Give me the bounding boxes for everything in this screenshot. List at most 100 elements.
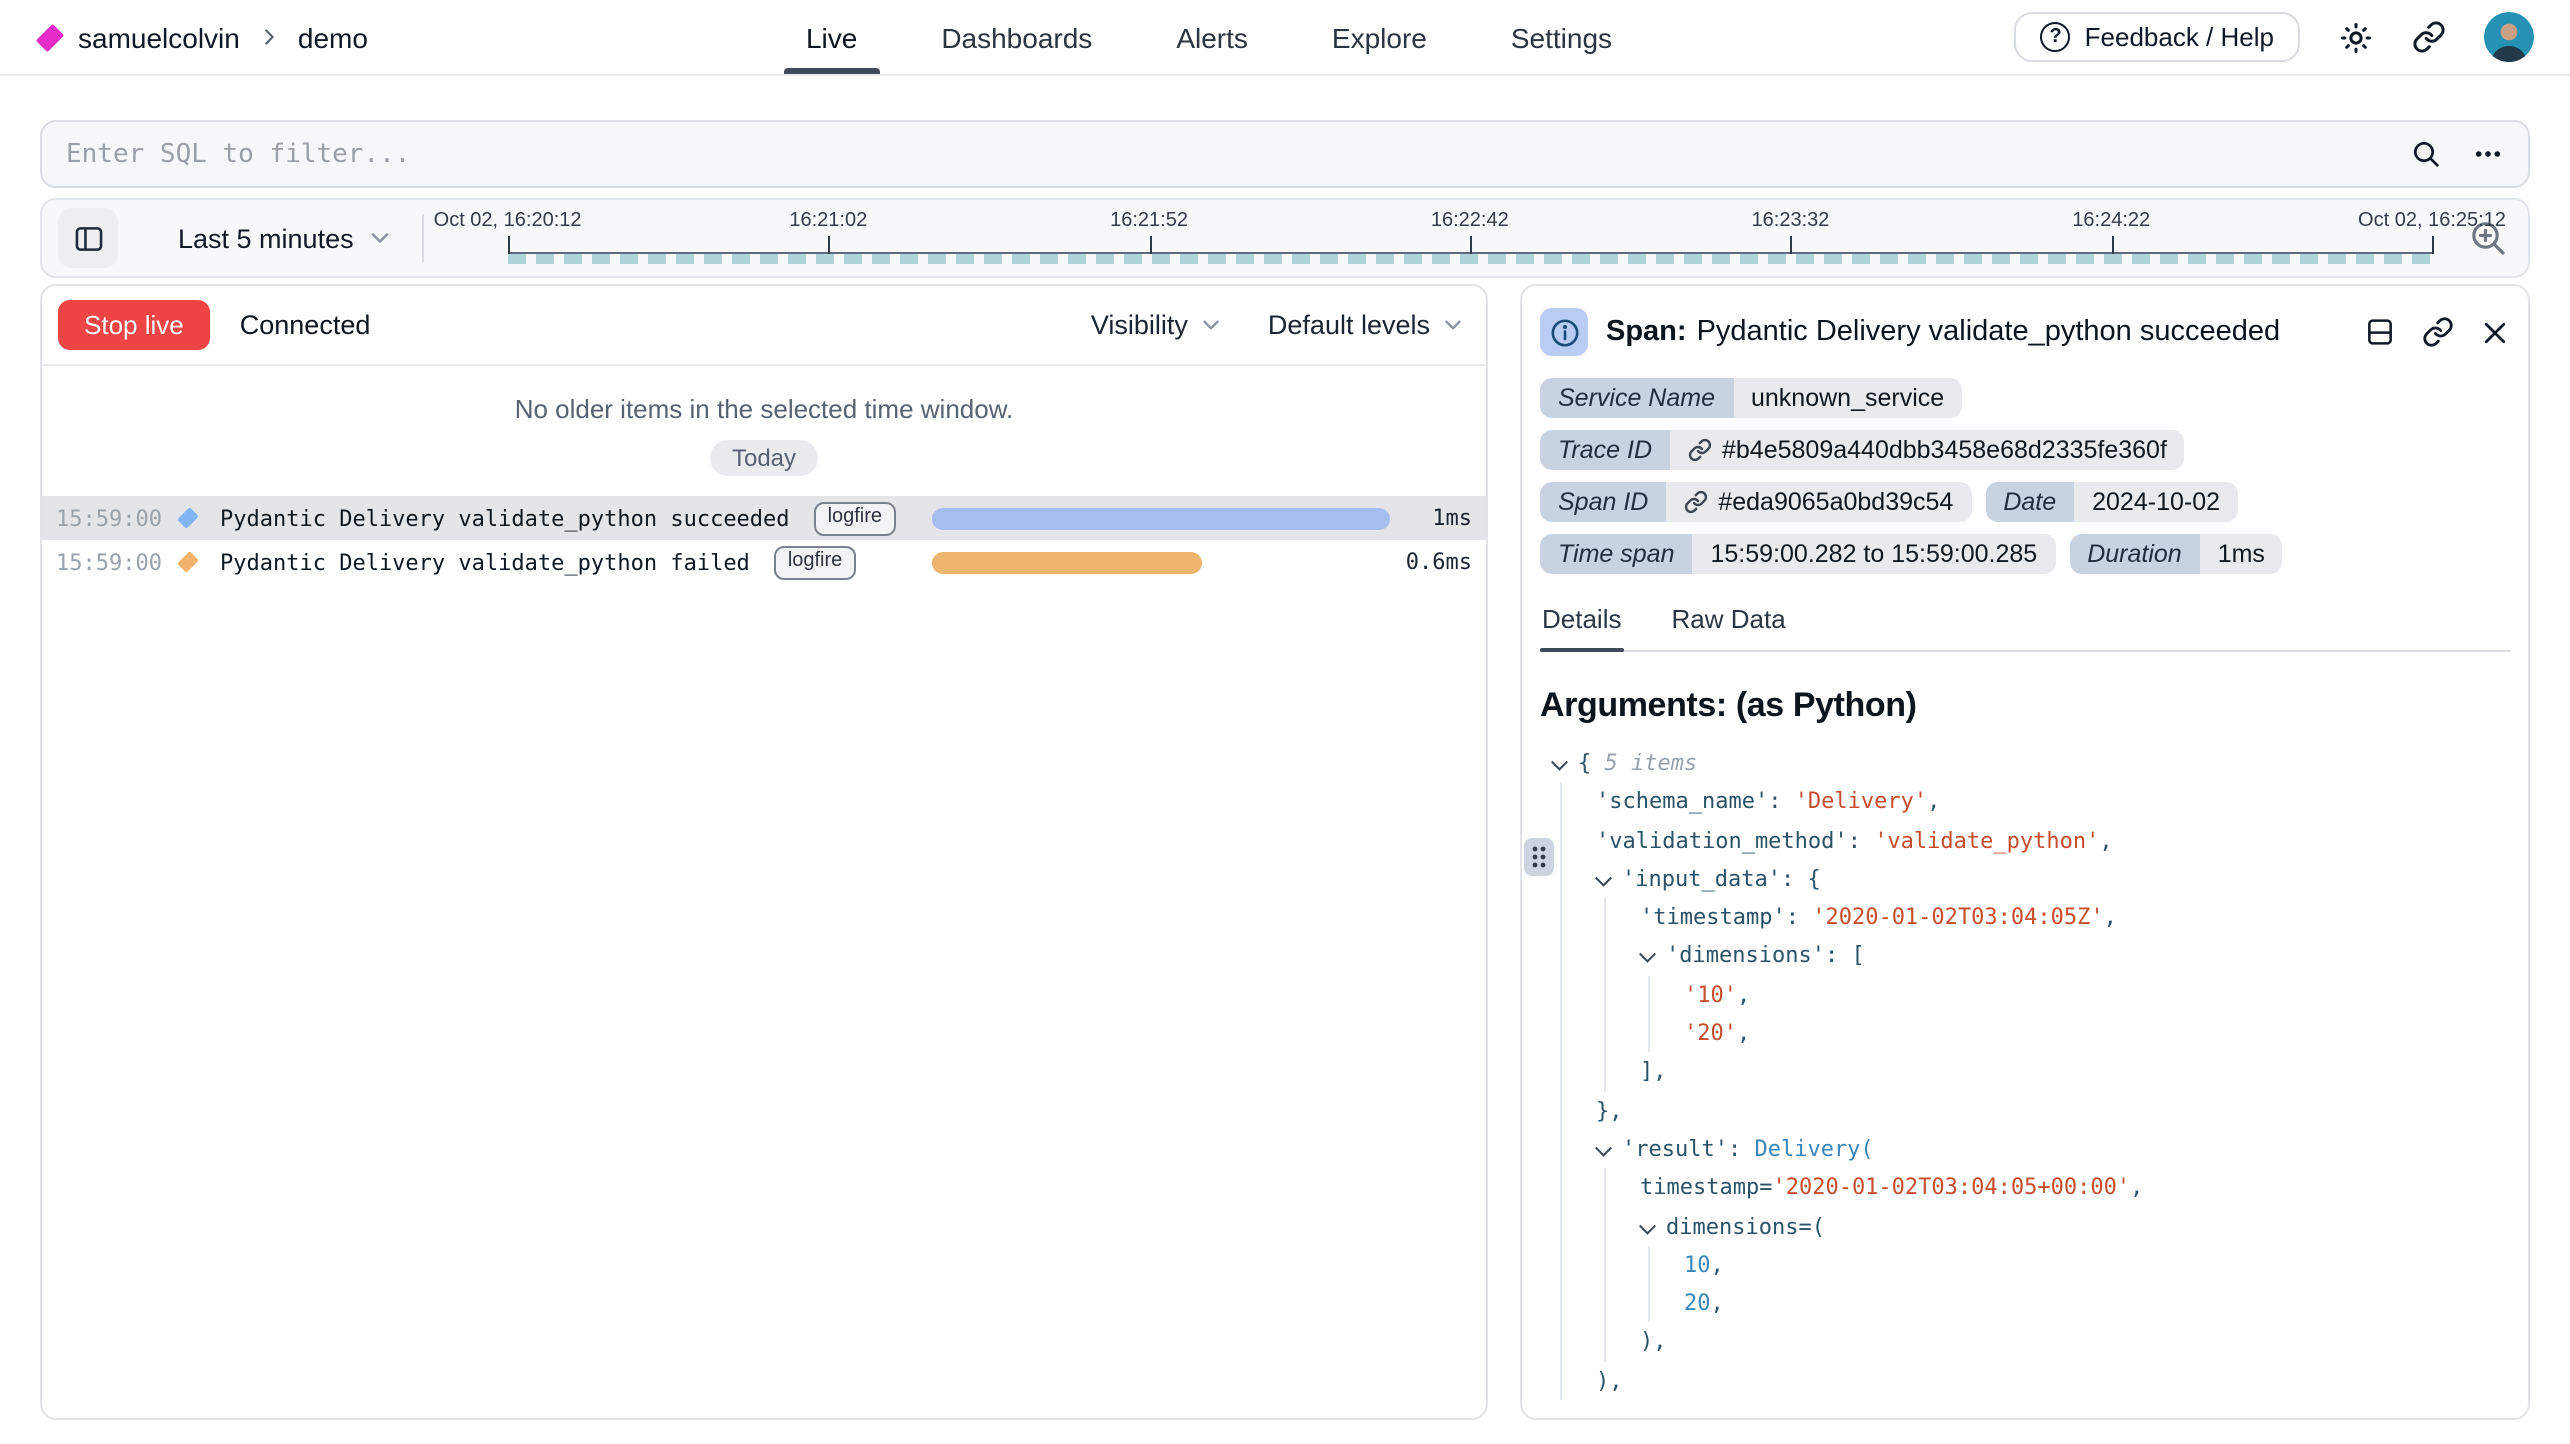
tab-dashboards[interactable]: Dashboards [899, 0, 1134, 74]
pill-value-text: #b4e5809a440dbb3458e68d2335fe360f [1722, 436, 2167, 464]
tick-mark [828, 236, 830, 254]
code-line: }, [1540, 1091, 2510, 1130]
pill-value-text: 15:59:00.282 to 15:59:00.285 [1711, 540, 2038, 568]
code-token: , [1737, 982, 1750, 1008]
more-options-icon[interactable] [2472, 138, 2504, 170]
divider [422, 214, 424, 262]
collapse-caret-icon[interactable] [1552, 754, 1568, 770]
pill-row: Time span15:59:00.282 to 15:59:00.285Dur… [1540, 534, 2510, 574]
share-link-icon[interactable] [2412, 20, 2446, 54]
sidebar-toggle-icon[interactable] [58, 208, 118, 268]
code-token: }, [1596, 1097, 1623, 1123]
code-token: : [ [1825, 943, 1865, 969]
tab-details[interactable]: Details [1542, 604, 1622, 650]
collapse-caret-icon[interactable] [1640, 1217, 1656, 1233]
feedback-help-button[interactable]: ? Feedback / Help [2015, 12, 2300, 62]
tick-mark [1791, 236, 1793, 254]
collapse-caret-icon[interactable] [1596, 1140, 1612, 1156]
sql-filter-input[interactable] [66, 139, 2410, 169]
close-icon[interactable] [2480, 317, 2510, 347]
tab-alerts[interactable]: Alerts [1134, 0, 1290, 74]
code-token: : [1786, 904, 1813, 930]
tick-label: 16:21:02 [789, 210, 867, 232]
pill-value: 15:59:00.282 to 15:59:00.285 [1693, 534, 2056, 574]
indent-guide [1560, 1014, 1562, 1053]
pill-value: 2024-10-02 [2074, 482, 2238, 522]
duration-bar [932, 551, 1202, 573]
default-levels-dropdown[interactable]: Default levels [1268, 310, 1466, 340]
code-token: 'result' [1622, 1136, 1728, 1162]
level-diamond-icon [177, 551, 199, 573]
link-icon[interactable] [1684, 490, 1708, 514]
tab-explore[interactable]: Explore [1290, 0, 1469, 74]
indent-guide [1560, 1169, 1562, 1208]
log-message: Pydantic Delivery validate_python succee… [220, 505, 790, 531]
user-avatar[interactable] [2484, 12, 2534, 62]
pill-label: Span ID [1540, 482, 1666, 522]
code-token: , [1711, 1252, 1724, 1278]
top-header: samuelcolvin demo LiveDashboardsAlertsEx… [0, 0, 2570, 76]
info-icon [1540, 308, 1588, 356]
logfire-logo-icon[interactable] [36, 23, 64, 51]
pill-value-text: unknown_service [1751, 384, 1944, 412]
code-line: { 5 items [1540, 744, 2510, 783]
log-row[interactable]: 15:59:00Pydantic Delivery validate_pytho… [42, 540, 1486, 584]
time-range-label: Last 5 minutes [178, 223, 354, 253]
span-title: Span: Pydantic Delivery validate_python s… [1606, 316, 2280, 348]
collapse-caret-icon[interactable] [1596, 870, 1612, 886]
theme-toggle-sun-icon[interactable] [2338, 19, 2374, 55]
tick-mark [2432, 236, 2434, 254]
indent-guide [1648, 1246, 1650, 1285]
code-line: 'dimensions': [ [1540, 937, 2510, 976]
timeline-track[interactable]: Oct 02, 16:20:1216:21:0216:21:5216:22:42… [448, 198, 2436, 278]
indent-guide [1604, 976, 1606, 1015]
log-tag-badge[interactable]: logfire [814, 501, 897, 535]
code-token: ], [1640, 1059, 1667, 1085]
time-range-selector[interactable]: Last 5 minutes [178, 223, 394, 253]
stop-live-button[interactable]: Stop live [58, 300, 210, 350]
tick-mark [1470, 236, 1472, 254]
panel-layout-icon[interactable] [2364, 316, 2396, 348]
log-tag-badge[interactable]: logfire [774, 545, 857, 579]
tab-raw-data[interactable]: Raw Data [1672, 604, 1786, 650]
code-token: , [2099, 827, 2112, 853]
code-token: 'validate_python' [1874, 827, 2099, 853]
log-row[interactable]: 15:59:00Pydantic Delivery validate_pytho… [42, 496, 1486, 540]
panel-resize-handle[interactable] [1524, 838, 1554, 876]
visibility-dropdown[interactable]: Visibility [1091, 310, 1224, 340]
code-token: 'schema_name' [1596, 789, 1768, 815]
tab-settings[interactable]: Settings [1469, 0, 1654, 74]
app: samuelcolvin demo LiveDashboardsAlertsEx… [0, 0, 2570, 1444]
breadcrumb-project[interactable]: demo [298, 21, 368, 53]
tab-live[interactable]: Live [764, 0, 899, 74]
default-levels-label: Default levels [1268, 310, 1430, 340]
indent-guide [1648, 976, 1650, 1015]
code-token: , [1927, 789, 1940, 815]
log-message: Pydantic Delivery validate_python failed [220, 549, 750, 575]
indent-guide [1560, 1207, 1562, 1246]
chevron-down-icon [1440, 312, 1466, 338]
code-token: dimensions= [1666, 1213, 1812, 1239]
link-icon[interactable] [1688, 438, 1712, 462]
span-title-text: Pydantic Delivery validate_python succee… [1697, 316, 2281, 348]
span-title-prefix: Span: [1606, 316, 1687, 348]
code-token: 'timestamp' [1640, 904, 1786, 930]
code-token: , [1711, 1290, 1724, 1316]
code-line: 'schema_name': 'Delivery', [1540, 783, 2510, 822]
tick-label: 16:23:32 [1752, 210, 1830, 232]
search-icon[interactable] [2410, 138, 2442, 170]
indent-guide [1560, 1323, 1562, 1362]
indent-guide [1560, 1130, 1562, 1169]
visibility-label: Visibility [1091, 310, 1188, 340]
copy-link-icon[interactable] [2422, 316, 2454, 348]
indent-guide [1560, 898, 1562, 937]
tick-mark [508, 236, 510, 254]
tick-label: 16:22:42 [1431, 210, 1509, 232]
indent-guide [1560, 1362, 1562, 1401]
pill-value: unknown_service [1733, 378, 1962, 418]
main-content: Stop live Connected Visibility Default l… [40, 284, 2530, 1420]
collapse-caret-icon[interactable] [1640, 947, 1656, 963]
indent-guide [1560, 1091, 1562, 1130]
breadcrumb-org[interactable]: samuelcolvin [78, 21, 240, 53]
breadcrumb-chevron-icon [258, 26, 280, 48]
